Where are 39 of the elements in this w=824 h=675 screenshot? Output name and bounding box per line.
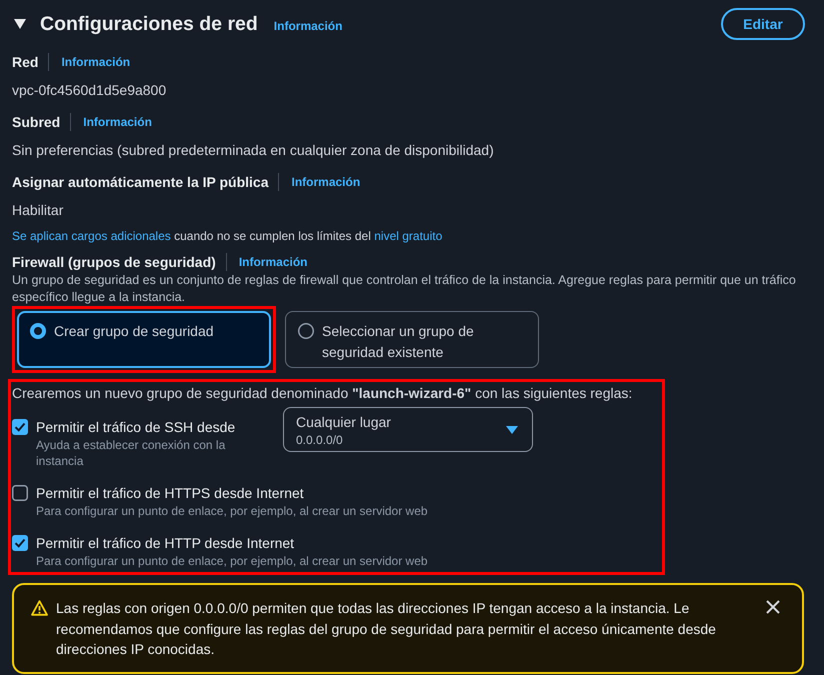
- pricing-link[interactable]: Se aplican cargos adicionales: [12, 229, 171, 243]
- field-label: Red: [12, 53, 38, 72]
- info-link[interactable]: Información: [238, 254, 308, 270]
- info-link[interactable]: Información: [61, 54, 130, 70]
- warning-text: Las reglas con origen 0.0.0.0/0 permiten que todas las direcciones IP tengan acceso a la instancia. Le recomendamos que configure las reglas del grupo de seguridad para permitir el acceso únicamente desde direcciones IP conocidas.: [56, 599, 717, 659]
- field-value: vpc-0fc4560d1d5e9a800: [12, 81, 168, 100]
- pricing-link[interactable]: nivel gratuito: [374, 229, 442, 243]
- checkbox[interactable]: [12, 535, 28, 551]
- firewall-description: Un grupo de seguridad es un conjunto de reglas de firewall que controlan el tráfico de la instancia. Agregue reglas para permitir que un tráfico específico llegue a la instancia.: [12, 272, 797, 306]
- radio-icon: [30, 323, 46, 339]
- field-value: Sin preferencias (subred predeterminada en cualquier zona de disponibilidad): [12, 141, 495, 160]
- radio-option[interactable]: Crear grupo de seguridad: [17, 311, 271, 368]
- rule-hint: Ayuda a establecer conexión con la instancia: [36, 437, 226, 469]
- rule-hint: Para configurar un punto de enlace, por ejemplo, al crear un servidor web: [36, 503, 428, 519]
- section-title: Configuraciones de red: [40, 12, 258, 37]
- info-link[interactable]: Información: [291, 174, 360, 190]
- source-select[interactable]: Cualquier lugar 0.0.0.0/0: [283, 407, 533, 452]
- field-label: Asignar automáticamente la IP pública: [12, 173, 268, 192]
- checkbox[interactable]: [12, 419, 28, 435]
- rule-label: Permitir el tráfico de HTTPS desde Internet: [36, 484, 305, 503]
- field-value: Habilitar: [12, 201, 64, 220]
- edit-button[interactable]: Editar: [721, 8, 805, 40]
- pricing-note: Se aplican cargos adicionales cuando no se cumplen los límites del nivel gratuito: [12, 228, 444, 245]
- warning-icon: [31, 600, 48, 616]
- field-label: Firewall (grupos de seguridad): [12, 253, 216, 272]
- close-icon: [766, 600, 780, 614]
- close-button[interactable]: [764, 598, 782, 616]
- expand-caret-icon[interactable]: [14, 19, 26, 29]
- radio-icon: [298, 323, 314, 339]
- field-label: Subred: [12, 113, 60, 132]
- caret-icon: [506, 426, 518, 434]
- rules-intro: Crearemos un nuevo grupo de seguridad denominado "launch-wizard-6" con las siguientes reglas:: [12, 384, 634, 403]
- checkbox[interactable]: [12, 485, 28, 501]
- rule-label: Permitir el tráfico de HTTP desde Internet: [36, 534, 296, 553]
- info-link[interactable]: Información: [274, 18, 342, 34]
- radio-option[interactable]: Seleccionar un grupo de seguridad existente: [285, 311, 539, 368]
- rule-label: Permitir el tráfico de SSH desde: [36, 418, 236, 437]
- info-link[interactable]: Información: [83, 114, 152, 130]
- rule-hint: Para configurar un punto de enlace, por ejemplo, al crear un servidor web: [36, 553, 428, 569]
